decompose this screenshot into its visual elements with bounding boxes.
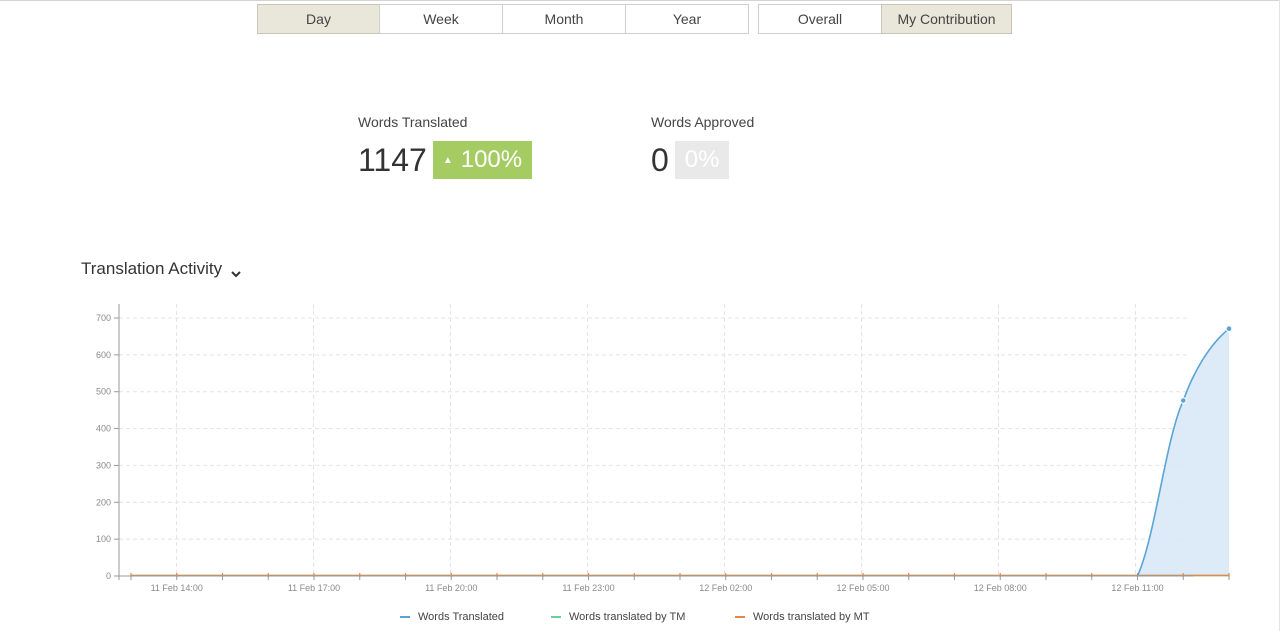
x-tick-label: 11 Feb 17:00 — [288, 583, 340, 593]
y-tick-label: 400 — [96, 424, 111, 434]
translation-activity-chart: 0 100 200 300 400 500 600 700 11 Feb 14:00 11 Feb… — [96, 304, 1233, 593]
x-tick-label: 12 Feb 11:00 — [1111, 583, 1163, 593]
y-tick-label: 200 — [96, 497, 111, 507]
chart-legend: Words Translated Words translated by TM … — [0, 611, 1280, 627]
legend-label-translated: Words Translated — [418, 611, 505, 623]
legend-label-mt: Words translated by MT — [753, 611, 870, 623]
x-tick-label: 12 Feb 08:00 — [974, 583, 1027, 593]
translated-point — [1179, 397, 1187, 404]
y-tick-label: 0 — [106, 571, 111, 581]
x-tick-label: 11 Feb 14:00 — [151, 583, 203, 593]
y-tick-label: 600 — [96, 350, 111, 360]
legend-swatch-translated — [400, 616, 410, 618]
x-tick-label: 11 Feb 23:00 — [562, 583, 614, 593]
x-tick-label: 12 Feb 05:00 — [836, 583, 889, 593]
translated-area — [1137, 328, 1229, 576]
x-tick-label: 12 Feb 02:00 — [699, 583, 752, 593]
legend-item-translated[interactable]: Words Translated — [400, 611, 504, 623]
x-tick-label: 11 Feb 20:00 — [425, 583, 477, 593]
legend-label-tm: Words translated by TM — [569, 611, 686, 623]
legend-item-tm[interactable]: Words translated by TM — [551, 611, 685, 623]
legend-swatch-mt — [735, 616, 745, 618]
y-tick-label: 700 — [96, 313, 111, 323]
legend-item-mt[interactable]: Words translated by MT — [735, 611, 870, 623]
y-tick-label: 500 — [96, 387, 111, 397]
y-tick-label: 300 — [96, 460, 111, 470]
legend-swatch-tm — [551, 616, 561, 618]
translated-point — [1225, 325, 1233, 332]
y-tick-label: 100 — [96, 534, 111, 544]
